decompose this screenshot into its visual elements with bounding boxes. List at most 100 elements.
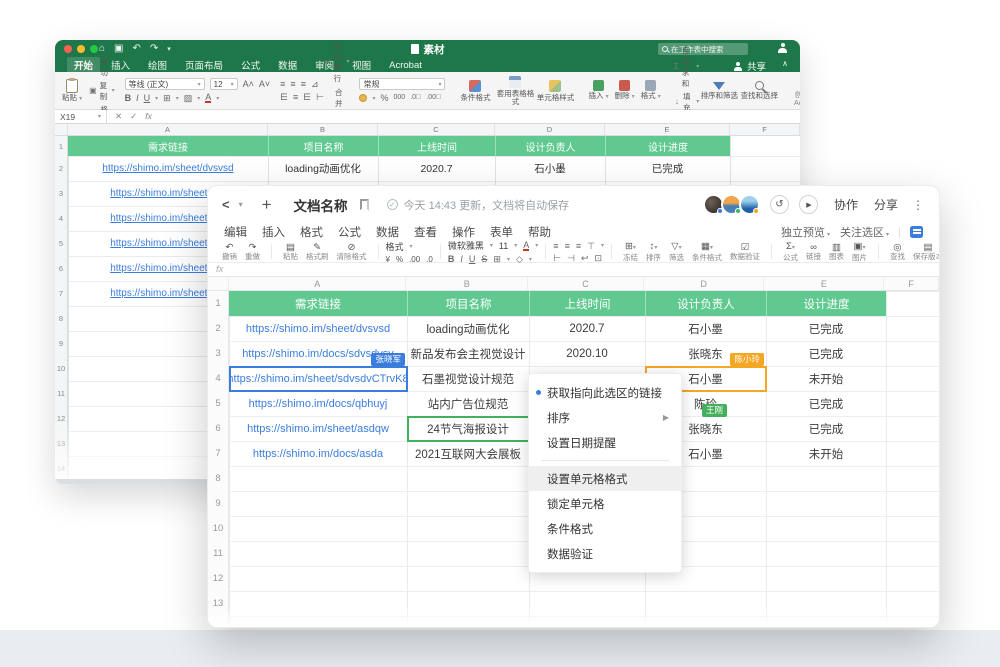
font-name-select[interactable]: 微软雅黑 <box>448 239 484 252</box>
name-box[interactable]: X19▾ <box>55 110 107 123</box>
column-header[interactable]: B <box>268 124 378 135</box>
bookmark-icon[interactable] <box>360 199 369 211</box>
format-cells-button[interactable]: 格式 ▾ <box>638 74 664 107</box>
menu-formula[interactable]: 公式 <box>338 224 361 240</box>
cell-status[interactable]: 已完成 <box>766 341 886 366</box>
follow-selection-select[interactable]: 关注选区▾ <box>840 224 889 240</box>
conditional-format-button[interactable]: 条件格式 <box>455 74 495 107</box>
row-number[interactable]: 7 <box>208 441 228 466</box>
row-number[interactable]: 3 <box>55 181 67 206</box>
menu-format[interactable]: 格式 <box>300 224 323 240</box>
align-left-icon[interactable]: ⋿ <box>280 92 288 102</box>
cell-project[interactable]: loading动画优化 <box>268 156 378 181</box>
delete-cells-button[interactable]: 删除 ▾ <box>612 74 638 107</box>
copy-button[interactable]: ▣复制 ▾ <box>89 80 115 102</box>
column-header[interactable]: E <box>764 277 884 290</box>
find-button[interactable]: ◎查找 <box>886 242 909 261</box>
more-options-icon[interactable]: ⋮ <box>912 198 925 212</box>
row-number[interactable]: 12 <box>55 406 67 431</box>
tab-draw[interactable]: 绘图 <box>141 57 174 73</box>
menu-item-data-validation[interactable]: 数据验证 <box>529 541 681 566</box>
borders-icon[interactable]: ⊞ <box>163 93 171 103</box>
text-rotate-icon[interactable]: ⊤ <box>587 241 595 251</box>
column-header[interactable]: C <box>378 124 495 135</box>
font-color-icon[interactable]: A <box>205 93 211 103</box>
chart-button[interactable]: ▥图表 <box>825 242 848 261</box>
history-icon[interactable]: ↺ <box>770 195 789 214</box>
header-cell[interactable]: 项目名称 <box>407 291 529 316</box>
percent-icon[interactable]: % <box>380 93 388 103</box>
row-number[interactable]: 8 <box>55 306 67 331</box>
font-size-select[interactable]: 11 <box>499 241 508 251</box>
header-cell[interactable]: 项目名称 <box>268 136 378 156</box>
row-number[interactable]: 11 <box>208 541 228 566</box>
independent-preview-select[interactable]: 独立预览▾ <box>781 224 830 240</box>
align-middle-icon[interactable]: ≡ <box>290 79 295 89</box>
row-number[interactable]: 2 <box>55 156 67 181</box>
increase-decimal-icon[interactable]: .0⃔ <box>410 93 421 103</box>
find-select-button[interactable]: 查找和选择 <box>739 74 779 107</box>
table-style-button[interactable]: 套用表格格式 <box>495 74 535 107</box>
align-right-icon[interactable]: ≡ <box>576 241 581 251</box>
row-number[interactable]: 6 <box>55 256 67 281</box>
row-number[interactable]: 10 <box>55 356 67 381</box>
cancel-icon[interactable]: ✕ <box>115 111 122 122</box>
row-number[interactable]: 1 <box>208 291 228 316</box>
cell-status[interactable]: 已完成 <box>766 316 886 341</box>
align-bottom-icon[interactable]: ≡ <box>301 79 306 89</box>
bold-icon[interactable]: B <box>125 93 132 103</box>
menu-form[interactable]: 表单 <box>490 224 513 240</box>
menu-item-lock-cell[interactable]: 锁定单元格 <box>529 491 681 516</box>
conditional-format-button[interactable]: ▦▾条件格式 <box>688 241 726 262</box>
save-version-button[interactable]: ▤保存版本 <box>909 242 940 261</box>
present-icon[interactable]: ▶ <box>799 195 818 214</box>
workbook-search-input[interactable]: 在工作表中搜索 <box>658 43 748 55</box>
cell-project[interactable]: 24节气海报设计 <box>407 416 529 441</box>
row-number[interactable]: 5 <box>55 231 67 256</box>
row-number[interactable]: 1 <box>55 136 67 156</box>
format-painter-button[interactable]: ✎格式刷 <box>302 242 333 261</box>
panel-icon[interactable] <box>910 226 923 238</box>
format-select[interactable]: 格式 <box>386 240 404 253</box>
align-center-icon[interactable]: ≡ <box>293 92 298 102</box>
undo-button[interactable]: ↶撤销 <box>218 242 241 261</box>
grow-font-icon[interactable]: A˄ <box>243 79 254 89</box>
column-header[interactable]: F <box>730 124 800 135</box>
data-validation-button[interactable]: ☑数据验证 <box>726 242 764 261</box>
cell-project[interactable]: 2021互联网大会展板 <box>407 441 529 466</box>
row-number[interactable]: 4 <box>208 366 228 391</box>
fill-color-icon[interactable]: ▨ <box>184 93 193 103</box>
cell-link[interactable]: https://shimo.im/docs/qbhuyj <box>249 398 388 410</box>
wrap-text-icon[interactable]: ↩ <box>581 253 589 263</box>
align-top-icon[interactable]: ≡ <box>280 79 285 89</box>
share-button[interactable]: 分享 <box>874 196 898 213</box>
header-cell[interactable]: 上线时间 <box>529 291 645 316</box>
cell-date[interactable]: 2020.10 <box>529 341 645 366</box>
align-left-icon[interactable]: ≡ <box>553 241 558 251</box>
column-header[interactable]: F <box>884 277 939 290</box>
font-size-select[interactable]: 12▾ <box>210 78 238 90</box>
column-header[interactable]: E <box>605 124 730 135</box>
shrink-font-icon[interactable]: A˅ <box>259 79 270 89</box>
menu-actions[interactable]: 操作 <box>452 224 475 240</box>
cell-project[interactable]: 石墨视觉设计规范 <box>407 366 529 391</box>
row-number[interactable]: 4 <box>55 206 67 231</box>
column-header[interactable]: B <box>406 277 528 290</box>
row-number[interactable]: 8 <box>208 466 228 491</box>
redo-button[interactable]: ↷重做 <box>241 242 264 261</box>
tab-formulas[interactable]: 公式 <box>234 57 267 73</box>
new-document-icon[interactable]: + <box>262 195 272 215</box>
cell-link[interactable]: https://shimo.im/docs/asda <box>253 448 383 460</box>
menu-edit[interactable]: 编辑 <box>224 224 247 240</box>
cell-status[interactable]: 已完成 <box>766 416 886 441</box>
align-right-icon[interactable]: ⋿ <box>303 92 311 102</box>
function-icon[interactable]: fx <box>145 111 152 122</box>
enter-icon[interactable]: ✓ <box>130 111 137 122</box>
link-button[interactable]: ∞链接 <box>802 242 825 261</box>
tab-page-layout[interactable]: 页面布局 <box>178 57 230 73</box>
font-color-icon[interactable]: A <box>523 241 529 251</box>
row-number[interactable]: 12 <box>208 566 228 591</box>
menu-item-get-link[interactable]: 获取指向此选区的链接 <box>529 380 681 405</box>
cell-link[interactable]: https://shimo.im/sheet/dvsvsd <box>246 323 390 335</box>
menu-item-conditional-format[interactable]: 条件格式 <box>529 516 681 541</box>
